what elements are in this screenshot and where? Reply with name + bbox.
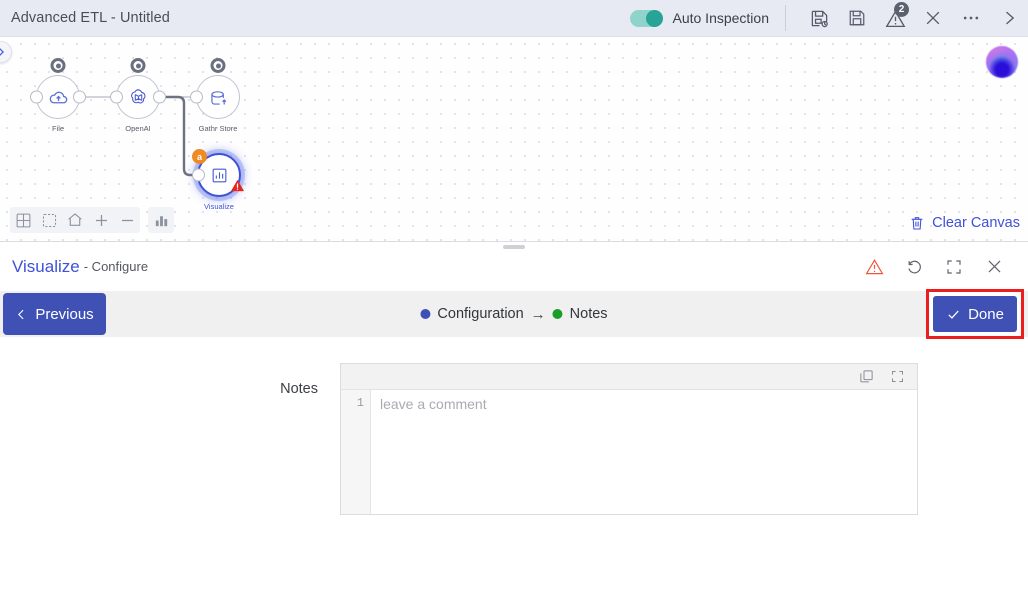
node-output-port[interactable] (153, 90, 166, 104)
canvas-toolbar (10, 207, 174, 233)
node-circle[interactable] (190, 58, 240, 119)
panel-subtitle: - Configure (83, 259, 149, 274)
reset-icon[interactable] (894, 247, 934, 287)
breadcrumb-dot-notes (552, 309, 563, 319)
warning-count-badge: 2 (894, 1, 909, 17)
notes-input[interactable]: leave a comment (371, 390, 917, 514)
done-button-highlight: Done (926, 289, 1024, 339)
toolbar-divider (785, 5, 786, 31)
node-cap-icon (130, 58, 146, 73)
lock-badge-icon: a (192, 149, 207, 164)
grid-view-icon[interactable] (10, 207, 36, 233)
node-label: File (51, 124, 65, 133)
close-icon[interactable] (914, 0, 952, 37)
notes-label: Notes (280, 381, 318, 397)
copy-icon[interactable] (859, 369, 874, 384)
node-input-port[interactable] (190, 90, 203, 104)
save-icon[interactable] (838, 0, 876, 37)
clear-canvas-label: Clear Canvas (932, 215, 1020, 231)
openai-icon (130, 88, 145, 103)
chart-icon (212, 168, 226, 182)
node-input-port[interactable] (192, 168, 205, 182)
notes-form-row: Notes 1 leave a comment (0, 337, 1028, 515)
breadcrumb-item-configuration[interactable]: Configuration (437, 306, 523, 322)
notes-line-numbers: 1 (341, 390, 371, 514)
app-root: Advanced ETL - Untitled Auto Inspection (0, 0, 1028, 594)
node-input-port[interactable] (110, 90, 123, 104)
check-icon (948, 310, 959, 319)
done-label: Done (968, 305, 1004, 323)
warning-icon[interactable] (854, 247, 894, 287)
node-output-port[interactable] (73, 90, 86, 104)
notes-editor-toolbar (341, 364, 917, 390)
toggle-knob (646, 9, 664, 27)
node-circle[interactable]: a (192, 149, 245, 197)
top-bar: Advanced ETL - Untitled Auto Inspection (0, 0, 1028, 37)
notes-editor[interactable]: 1 leave a comment (340, 363, 918, 515)
node-label: OpenAI (125, 124, 151, 133)
canvas-node-openai[interactable]: OpenAI (110, 58, 166, 133)
panel-header: Visualize - Configure (0, 242, 1028, 291)
auto-inspection-toggle[interactable] (630, 9, 664, 27)
cloud-upload-icon (49, 91, 67, 103)
canvas-tool-group-stats (148, 207, 174, 233)
panel-resize-handle[interactable] (503, 245, 525, 249)
notes-editor-body[interactable]: 1 leave a comment (341, 390, 917, 514)
more-options-icon[interactable] (952, 0, 990, 37)
zoom-out-icon[interactable] (114, 207, 140, 233)
pipeline-canvas[interactable]: File OpenAI Gathr Store a Visualize Clea… (0, 37, 1028, 241)
chevron-right-icon[interactable] (990, 0, 1028, 37)
breadcrumb-dot-configuration (420, 309, 431, 319)
trash-icon (911, 217, 923, 230)
canvas-node-gathr-store[interactable]: Gathr Store (190, 58, 246, 133)
node-label: Visualize (204, 202, 234, 211)
fullscreen-icon[interactable] (890, 369, 905, 384)
canvas-node-visualize[interactable]: a Visualize (191, 149, 247, 211)
bar-chart-icon[interactable] (148, 207, 174, 233)
node-cap-icon (50, 58, 66, 73)
chevron-left-icon (18, 309, 24, 319)
previous-label: Previous (35, 305, 94, 323)
zoom-in-icon[interactable] (88, 207, 114, 233)
save-as-icon[interactable] (800, 0, 838, 37)
config-panel: Visualize - Configure Previous Configura… (0, 241, 1028, 594)
previous-button[interactable]: Previous (3, 293, 106, 335)
node-label: Gathr Store (198, 124, 238, 133)
panel-title: Visualize (12, 256, 80, 276)
fullscreen-icon[interactable] (934, 247, 974, 287)
breadcrumb: Configuration → Notes (420, 305, 608, 323)
close-icon[interactable] (974, 247, 1014, 287)
node-cap-icon (210, 58, 226, 73)
warning-icon[interactable]: 2 (876, 0, 914, 37)
storage-upload-icon (210, 90, 226, 105)
canvas-tool-group-view (10, 207, 140, 233)
page-title: Advanced ETL - Untitled (11, 10, 170, 26)
breadcrumb-item-notes[interactable]: Notes (570, 306, 608, 322)
node-input-port[interactable] (30, 90, 43, 104)
breadcrumb-arrow-icon: → (530, 305, 546, 323)
home-icon[interactable] (62, 207, 88, 233)
canvas-node-file[interactable]: File (30, 58, 86, 133)
node-warning-icon (230, 178, 245, 198)
top-bar-actions: Auto Inspection 2 (630, 0, 1028, 36)
panel-steps-bar: Previous Configuration → Notes Done (0, 289, 1028, 339)
auto-inspection-label: Auto Inspection (672, 10, 769, 26)
done-button[interactable]: Done (933, 296, 1017, 332)
panel-header-actions (854, 247, 1014, 287)
marquee-select-icon[interactable] (36, 207, 62, 233)
clear-canvas-button[interactable]: Clear Canvas (909, 215, 1020, 231)
node-circle[interactable] (30, 58, 86, 119)
node-circle[interactable] (110, 58, 166, 119)
